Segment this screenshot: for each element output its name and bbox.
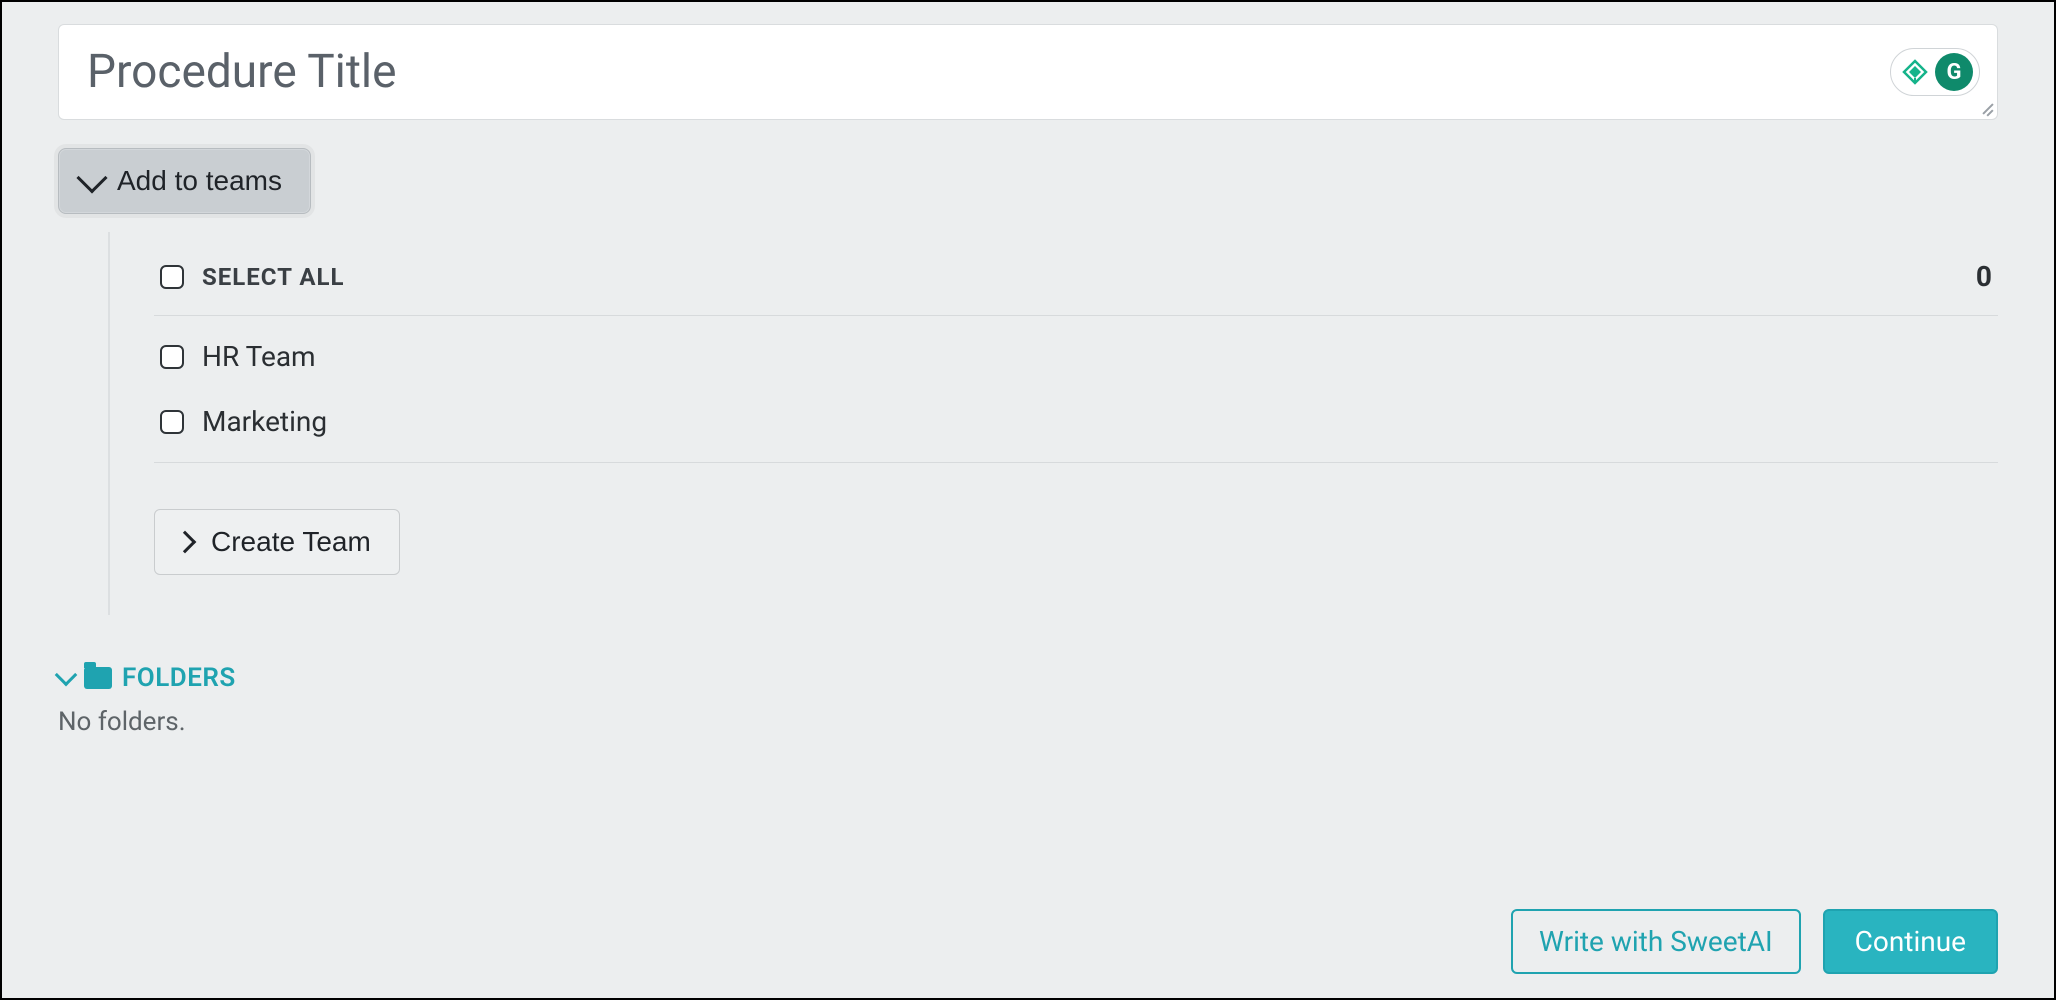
folders-header-label: FOLDERS (122, 663, 236, 693)
team-checkbox[interactable] (160, 410, 184, 434)
selected-count: 0 (1976, 260, 1992, 293)
grammarly-suggestion-icon (1901, 58, 1929, 86)
chevron-down-icon (76, 162, 107, 193)
add-to-teams-label: Add to teams (117, 165, 282, 197)
continue-button[interactable]: Continue (1823, 909, 1998, 974)
create-team-label: Create Team (211, 526, 371, 558)
folders-toggle[interactable]: FOLDERS (58, 663, 236, 693)
add-to-teams-toggle[interactable]: Add to teams (58, 148, 311, 214)
grammarly-letter: G (1947, 60, 1962, 85)
content-area: G Add to teams Select All 0 (2, 2, 2054, 737)
select-all-left: Select All (160, 263, 344, 291)
title-input-wrapper: G (58, 24, 1998, 120)
team-label: HR Team (202, 340, 316, 373)
team-item[interactable]: Marketing (154, 389, 1998, 454)
app-window: G Add to teams Select All 0 (0, 0, 2056, 1000)
team-label: Marketing (202, 405, 327, 438)
team-checkbox[interactable] (160, 345, 184, 369)
chevron-down-icon (55, 664, 78, 687)
folders-empty-text: No folders. (58, 707, 1998, 737)
select-all-checkbox[interactable] (160, 265, 184, 289)
folder-icon (84, 667, 112, 689)
teams-panel: Select All 0 HR Team Marketing (108, 232, 1998, 615)
folders-section: FOLDERS No folders. (58, 663, 1998, 737)
teams-section: Add to teams Select All 0 HR Team (58, 148, 1998, 615)
select-all-row: Select All 0 (154, 260, 1998, 316)
procedure-title-input[interactable] (58, 24, 1998, 120)
create-team-button[interactable]: Create Team (154, 509, 400, 575)
footer-actions: Write with SweetAI Continue (1511, 909, 1998, 974)
grammarly-logo-icon: G (1935, 53, 1973, 91)
write-with-ai-button[interactable]: Write with SweetAI (1511, 909, 1801, 974)
team-item[interactable]: HR Team (154, 324, 1998, 389)
chevron-right-icon (174, 531, 197, 554)
select-all-label: Select All (202, 263, 344, 291)
textarea-resize-handle-icon[interactable] (1976, 98, 1994, 116)
team-list: HR Team Marketing (154, 316, 1998, 463)
grammarly-widget[interactable]: G (1890, 48, 1980, 96)
